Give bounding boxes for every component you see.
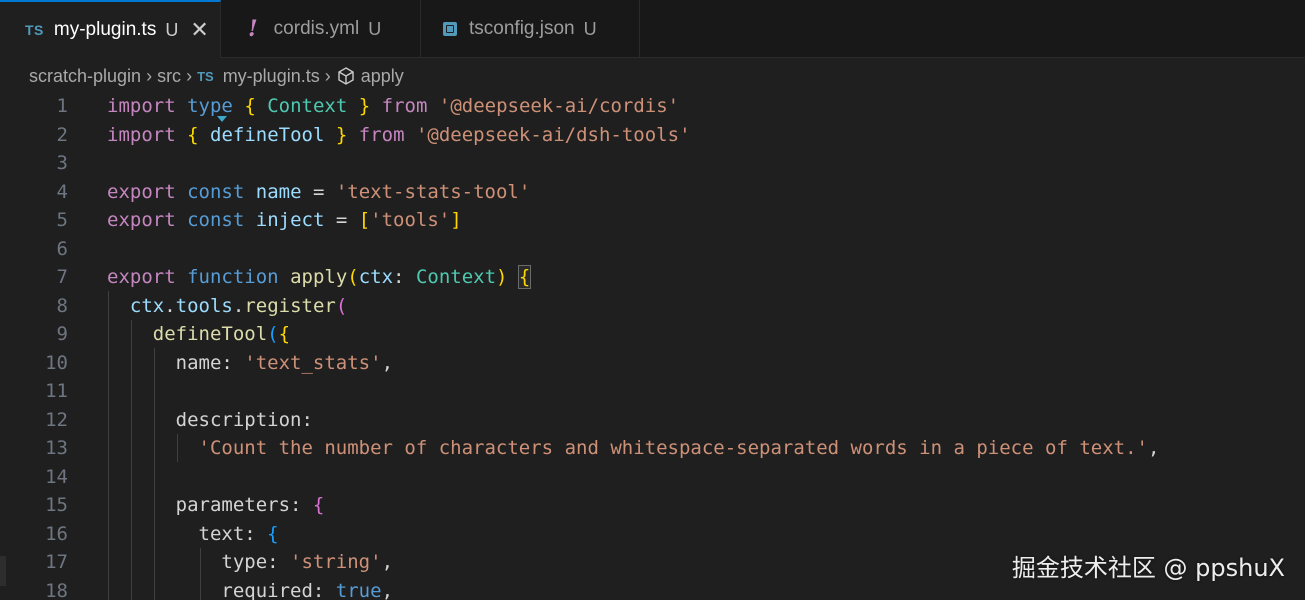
line-number: 2 — [56, 123, 68, 146]
code-line: 8 ctx.tools.register( — [0, 292, 1305, 321]
code-line: 16 text: { — [0, 520, 1305, 549]
breadcrumb: scratch-plugin › src › TS my-plugin.ts ›… — [29, 60, 404, 92]
tab-label: cordis.yml — [273, 18, 360, 39]
chevron-right-icon: › — [146, 65, 153, 86]
method-cube-icon — [338, 67, 354, 85]
line-number: 17 — [45, 551, 68, 573]
chevron-right-icon: › — [186, 65, 193, 86]
line-number: 15 — [45, 494, 68, 516]
yaml-file-icon: ! — [248, 16, 258, 42]
line-number: 4 — [56, 180, 68, 203]
breadcrumb-item-folder[interactable]: scratch-plugin — [29, 66, 141, 87]
typescript-file-icon: TS — [197, 68, 214, 84]
untracked-badge: U — [165, 19, 179, 40]
code-line: 12 description: — [0, 406, 1305, 435]
code-line: 9 defineTool({ — [0, 320, 1305, 349]
code-editor[interactable]: 1 import type { Context } from '@deepseek… — [0, 92, 1305, 600]
line-number: 10 — [45, 351, 68, 374]
code-line: 10 name: 'text_stats', — [0, 349, 1305, 378]
json-file-icon — [443, 22, 457, 36]
tab-label: my-plugin.ts — [53, 19, 157, 40]
breadcrumb-item-symbol[interactable]: apply — [361, 66, 404, 87]
code-line: 1 import type { Context } from '@deepseek… — [0, 92, 1305, 121]
chevron-right-icon: › — [324, 65, 331, 86]
close-icon[interactable]: ✕ — [190, 19, 208, 41]
line-number: 9 — [56, 323, 68, 345]
code-line: 4 export const name = 'text-stats-tool' — [0, 178, 1305, 207]
code-line: 5 export const inject = ['tools'] — [0, 206, 1305, 235]
code-line: 13 'Count the number of characters and w… — [0, 434, 1305, 463]
line-number: 14 — [45, 465, 68, 488]
tab-my-plugin-ts[interactable]: TS my-plugin.ts U ✕ — [0, 0, 221, 58]
code-line: 6 — [0, 235, 1305, 264]
line-number: 7 — [56, 266, 68, 288]
tab-cordis-yml[interactable]: ! cordis.yml U — [221, 0, 421, 58]
line-number: 5 — [56, 209, 68, 231]
code-line: 2 import { defineTool } from '@deepseek-a… — [0, 121, 1305, 150]
code-line: 14 — [0, 463, 1305, 492]
scrollbar[interactable] — [0, 556, 6, 586]
line-number: 18 — [45, 579, 68, 600]
untracked-badge: U — [368, 18, 382, 39]
code-line: 15 parameters: { — [0, 491, 1305, 520]
untracked-badge: U — [583, 18, 597, 39]
breadcrumb-item-src[interactable]: src — [157, 66, 181, 87]
code-line: 7 export function apply(ctx: Context) { — [0, 263, 1305, 292]
typescript-file-icon: TS — [25, 22, 44, 38]
breadcrumb-item-file[interactable]: my-plugin.ts — [223, 66, 320, 87]
line-number: 16 — [45, 522, 68, 545]
code-lens-marker-icon — [217, 116, 227, 122]
line-number: 3 — [56, 152, 68, 174]
line-number: 11 — [45, 380, 68, 402]
line-number: 12 — [45, 408, 68, 431]
line-number: 6 — [56, 237, 68, 260]
tab-tsconfig-json[interactable]: tsconfig.json U — [421, 0, 640, 58]
line-number: 8 — [56, 294, 68, 317]
tab-label: tsconfig.json — [469, 18, 575, 39]
watermark: 掘金技术社区 @ ppshuX — [1011, 554, 1285, 582]
line-number: 1 — [56, 95, 68, 117]
code-line: 11 — [0, 377, 1305, 406]
code-line: 3 — [0, 149, 1305, 178]
tab-bar: TS my-plugin.ts U ✕ ! cordis.yml U tscon… — [0, 0, 1305, 58]
line-number: 13 — [45, 437, 68, 459]
